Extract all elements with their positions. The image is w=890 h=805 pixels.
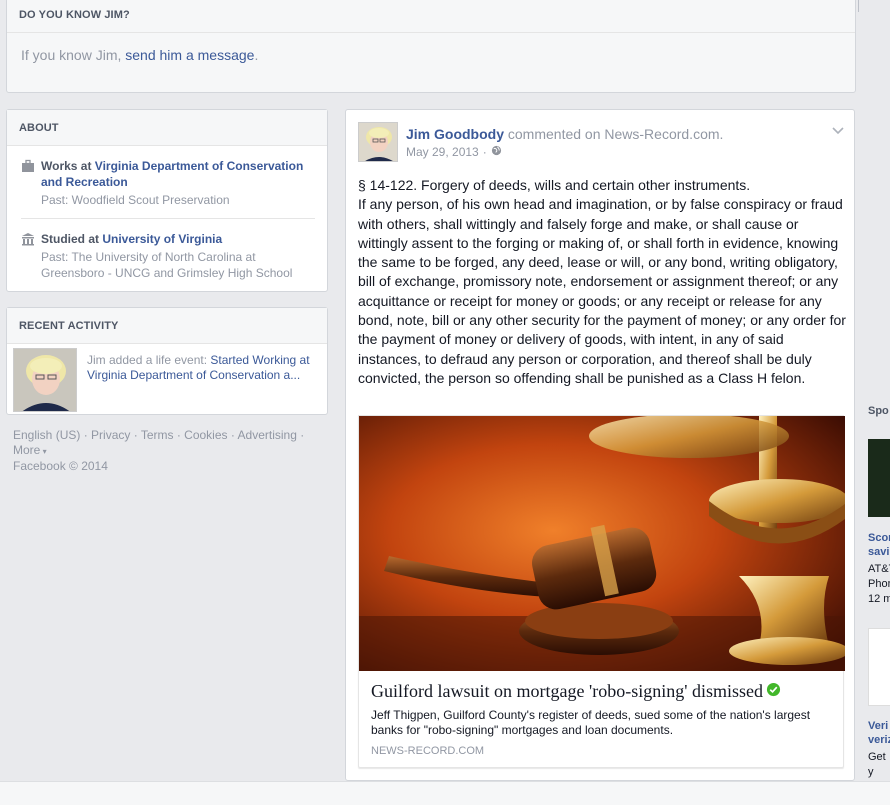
chevron-down-icon[interactable]	[832, 122, 844, 138]
ad-title-2[interactable]: Veri veriz	[868, 719, 890, 747]
footer-cookies[interactable]: Cookies	[184, 428, 227, 442]
work-prefix: Works at	[41, 159, 95, 173]
send-message-link[interactable]: send him a message	[125, 47, 254, 63]
caret-down-icon: ▾	[40, 447, 47, 456]
do-you-know-header: Do you know Jim?	[7, 0, 855, 33]
footer-advertising[interactable]: Advertising	[238, 428, 297, 442]
post-action: commented on News-Record.com.	[504, 126, 724, 142]
post-header: Jim Goodbody commented on News-Record.co…	[358, 122, 723, 162]
about-education: Studied at University of Virginia Past: …	[7, 219, 327, 281]
post-author-avatar[interactable]	[358, 122, 398, 162]
do-you-know-body: If you know Jim, send him a message.	[7, 33, 855, 77]
footer-more[interactable]: More	[13, 443, 40, 457]
footer: English (US) · Privacy · Terms · Cookies…	[13, 428, 323, 474]
about-card: About Works at Virginia Department of Co…	[6, 109, 328, 292]
post-meta: Jim Goodbody commented on News-Record.co…	[406, 122, 723, 162]
footer-links: English (US) · Privacy · Terms · Cookies…	[13, 428, 305, 457]
link-title[interactable]: Guilford lawsuit on mortgage 'robo-signi…	[371, 681, 831, 702]
ad-title-1[interactable]: Scor savi	[868, 531, 890, 559]
recent-activity-thumbnail[interactable]	[13, 348, 77, 412]
post-body-text: § 14-122. Forgery of deeds, wills and ce…	[358, 177, 846, 386]
gavel-scales-image[interactable]	[359, 416, 845, 671]
post-date[interactable]: May 29, 2013	[406, 145, 479, 159]
right-sidebar: Spo Scor savi AT&T Phon 12 m Veri veriz …	[866, 0, 890, 805]
recent-activity-card: Recent Activity Jim added a life event: …	[6, 307, 328, 415]
post-title: Jim Goodbody commented on News-Record.co…	[406, 126, 723, 142]
bottom-bar	[0, 781, 890, 805]
post-body: § 14-122. Forgery of deeds, wills and ce…	[358, 176, 848, 388]
work-past: Past: Woodfield Scout Preservation	[41, 193, 230, 207]
link-title-text[interactable]: Guilford lawsuit on mortgage 'robo-signi…	[371, 681, 763, 702]
link-preview[interactable]: Guilford lawsuit on mortgage 'robo-signi…	[358, 415, 845, 768]
top-divider	[858, 0, 859, 12]
post-author-link[interactable]: Jim Goodbody	[406, 126, 504, 142]
school-icon	[21, 232, 35, 246]
verified-check-icon	[766, 681, 781, 702]
do-you-know-suffix: .	[254, 47, 259, 63]
globe-icon[interactable]	[491, 145, 502, 159]
recent-activity-header: Recent Activity	[7, 308, 327, 344]
footer-privacy[interactable]: Privacy	[91, 428, 130, 442]
ad-image-1[interactable]	[868, 439, 890, 517]
about-work: Works at Virginia Department of Conserva…	[7, 146, 327, 208]
dot-separator: ·	[482, 145, 487, 159]
recent-activity-prefix: Jim added a life event:	[87, 353, 211, 367]
ad-subtitle-1: AT&T Phon 12 m	[868, 563, 890, 605]
recent-activity-text: Jim added a life event: Started Working …	[87, 348, 321, 412]
footer-language[interactable]: English (US)	[13, 428, 80, 442]
footer-terms[interactable]: Terms	[141, 428, 174, 442]
education-past: Past: The University of North Carolina a…	[41, 250, 293, 280]
link-description: Jeff Thigpen, Guilford County's register…	[371, 708, 811, 737]
recent-activity-item[interactable]: Jim added a life event: Started Working …	[7, 344, 327, 416]
link-source: NEWS-RECORD.COM	[371, 745, 485, 757]
education-prefix: Studied at	[41, 232, 103, 246]
about-header: About	[7, 110, 327, 146]
post-date-row: May 29, 2013 ·	[406, 145, 723, 159]
sponsored-label: Spo	[868, 405, 889, 417]
do-you-know-card: Do you know Jim? If you know Jim, send h…	[6, 0, 856, 93]
do-you-know-text: If you know Jim,	[21, 47, 126, 63]
education-school-link[interactable]: University of Virginia	[102, 232, 222, 246]
briefcase-icon	[21, 159, 35, 173]
footer-copyright: Facebook © 2014	[13, 459, 108, 473]
post-card: Jim Goodbody commented on News-Record.co…	[345, 109, 855, 781]
ad-image-2[interactable]	[868, 628, 890, 706]
link-preview-body[interactable]: Guilford lawsuit on mortgage 'robo-signi…	[359, 671, 843, 767]
